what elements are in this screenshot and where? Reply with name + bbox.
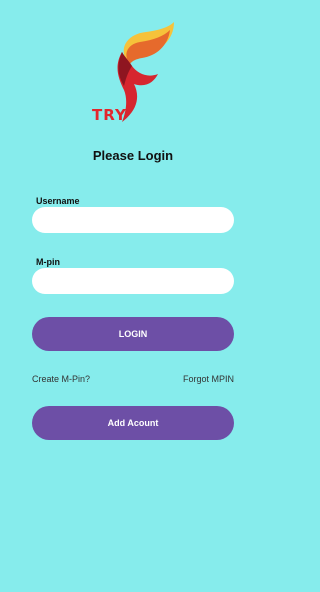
app-logo: TRY	[88, 22, 180, 124]
mpin-input[interactable]	[32, 268, 234, 294]
logo-text: TRY	[92, 106, 127, 124]
page-title: Please Login	[92, 148, 174, 163]
mpin-label: M-pin	[36, 257, 60, 267]
forgot-mpin-link[interactable]: Forgot MPIN	[183, 374, 234, 384]
add-account-button[interactable]: Add Acount	[32, 406, 234, 440]
username-label: Username	[36, 196, 80, 206]
login-button[interactable]: LOGIN	[32, 317, 234, 351]
create-mpin-link[interactable]: Create M-Pin?	[32, 374, 90, 384]
username-input[interactable]	[32, 207, 234, 233]
